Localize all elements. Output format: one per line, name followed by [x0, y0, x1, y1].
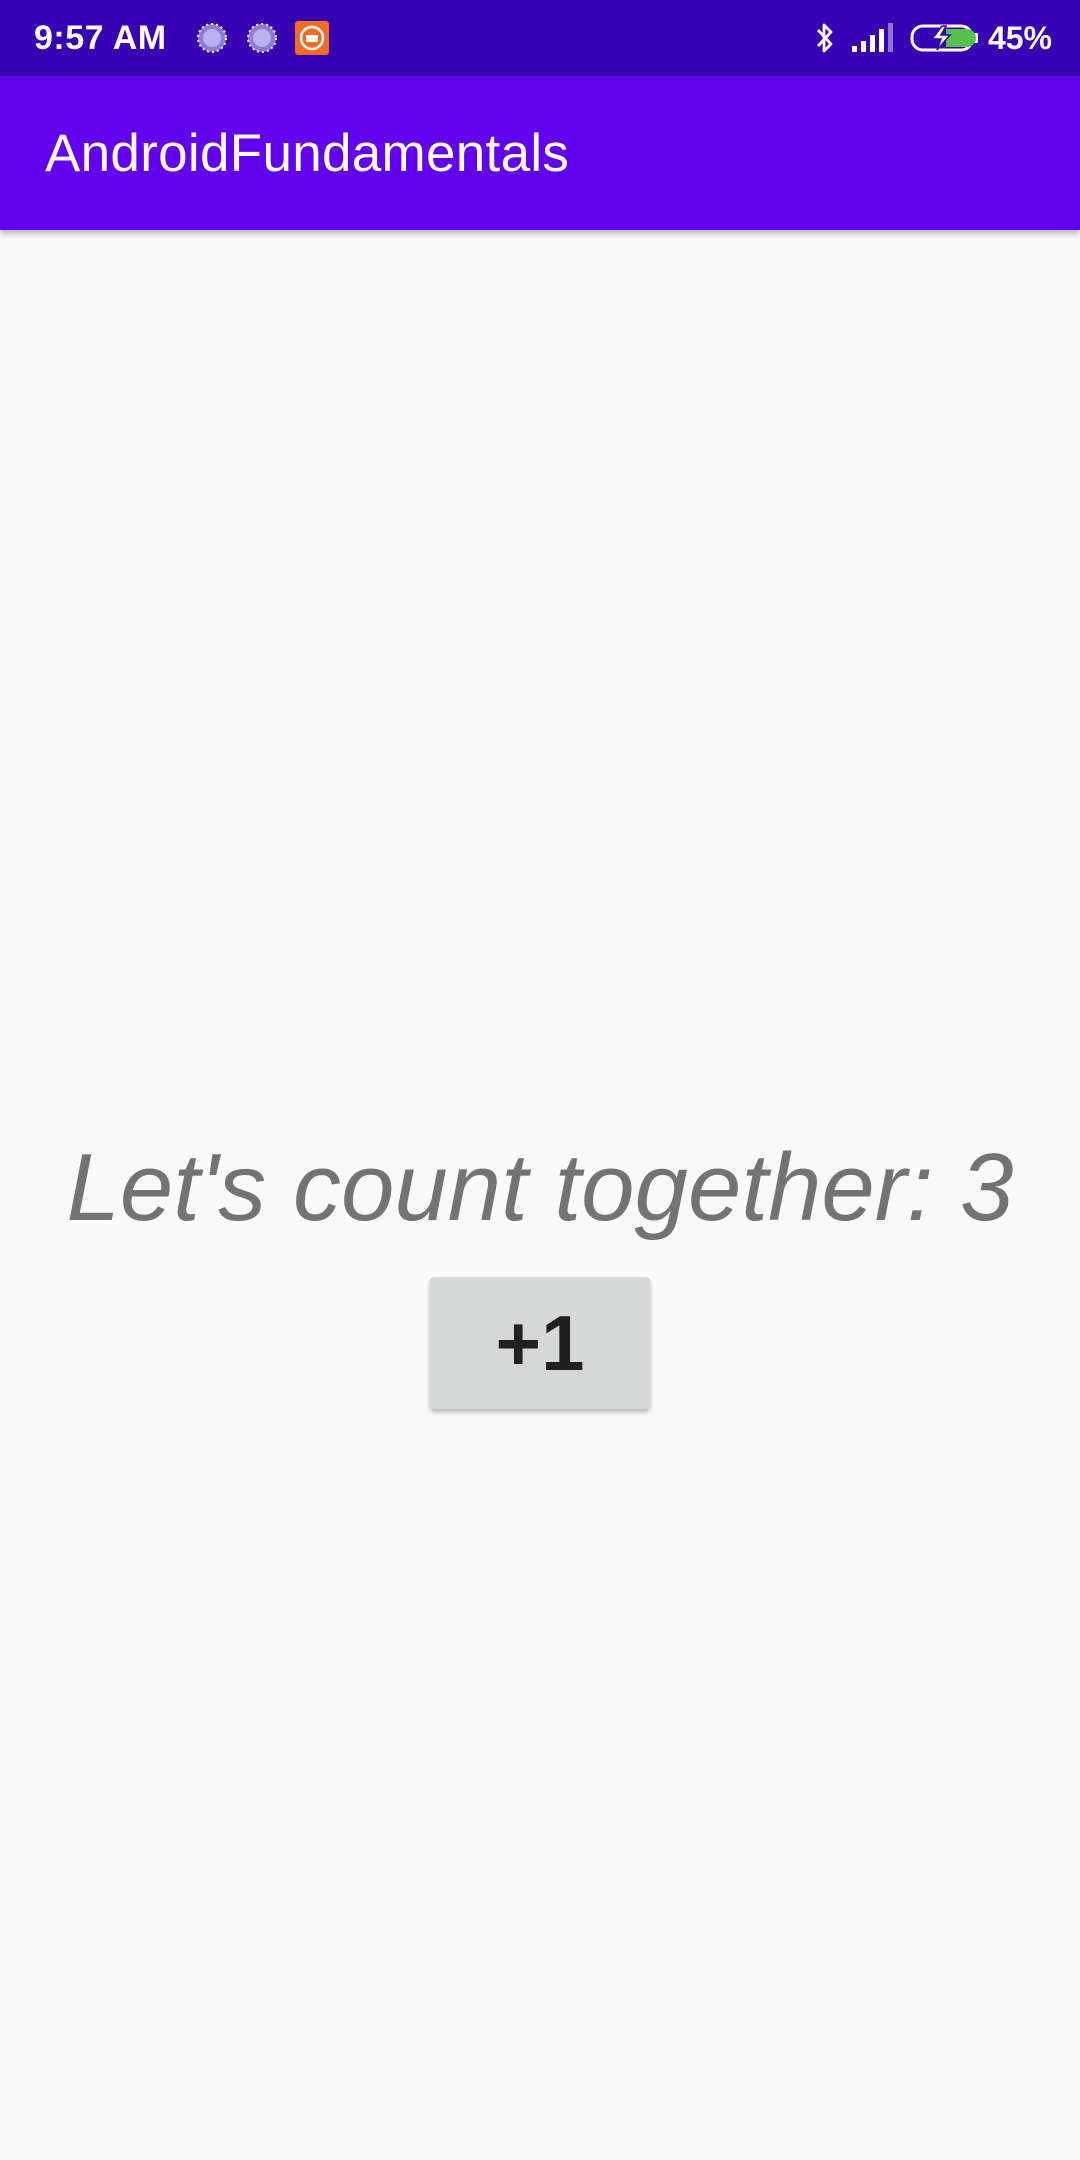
cell-signal-icon	[851, 23, 893, 52]
increment-button[interactable]: +1	[430, 1277, 650, 1409]
mi-app-icon	[294, 21, 329, 55]
status-time: 9:57 AM	[34, 18, 167, 57]
app-title: AndroidFundamentals	[45, 123, 570, 183]
bluetooth-icon	[816, 23, 833, 53]
battery-charging-icon	[910, 24, 978, 52]
main-content: Let's count together: 3 +1	[0, 230, 1080, 2160]
notification-icons	[195, 21, 345, 55]
status-bar: 9:57 AM 45%	[0, 0, 1080, 76]
loading-icon	[196, 23, 227, 53]
counter-label: Let's count together: 3	[66, 1134, 1014, 1241]
loading-icon	[246, 23, 277, 53]
status-right: 45%	[812, 20, 1052, 57]
battery-percent: 45%	[987, 19, 1052, 56]
app-bar: AndroidFundamentals	[0, 76, 1080, 230]
